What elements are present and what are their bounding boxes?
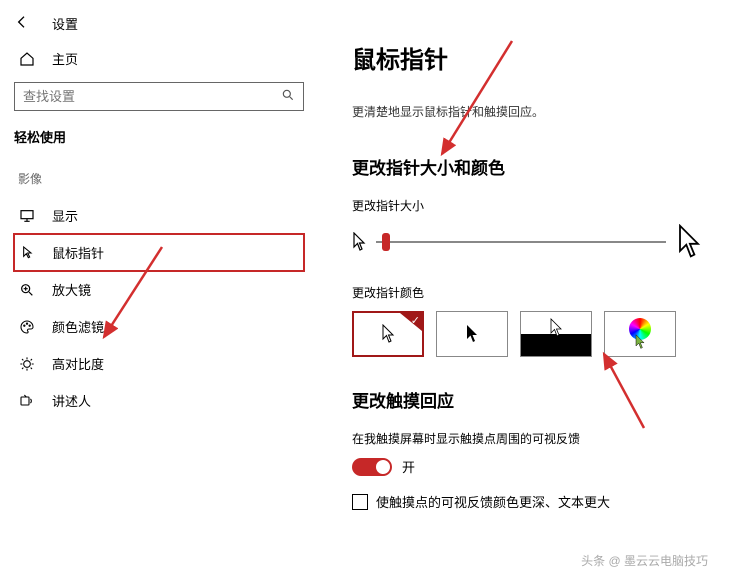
nav-label: 颜色滤镜 [52,317,104,336]
nav-color-filters[interactable]: 颜色滤镜 [14,308,304,345]
group-vision: 影像 [18,170,304,187]
nav-narrator[interactable]: 讲述人 [14,382,304,419]
nav-label: 高对比度 [52,354,104,373]
cursor-small-icon [352,232,366,252]
palette-icon [18,319,36,335]
search-input[interactable] [14,82,304,111]
touch-darker-checkbox[interactable] [352,494,368,510]
check-icon: ✓ [411,314,420,327]
cursor-large-icon [676,224,702,260]
slider-thumb[interactable] [382,233,390,251]
toggle-label: 开 [402,457,415,476]
checkbox-label: 使触摸点的可视反馈颜色更深、文本更大 [376,492,610,511]
label-pointer-color: 更改指针颜色 [352,284,706,301]
section-touch: 更改触摸回应 [352,387,706,412]
search-icon [281,88,295,105]
nav-magnifier[interactable]: 放大镜 [14,271,304,308]
home-icon [18,51,36,67]
pointer-color-white[interactable]: ✓ [352,311,424,357]
nav-mouse-pointer[interactable]: 鼠标指针 [14,234,304,271]
pointer-color-custom[interactable] [604,311,676,357]
section-size-color: 更改指针大小和颜色 [352,154,706,179]
nav-label: 显示 [52,206,78,225]
pointer-color-black[interactable] [436,311,508,357]
page-subtitle: 更清楚地显示鼠标指针和触摸回应。 [352,103,706,120]
contrast-icon [18,356,36,372]
pointer-icon [18,245,36,261]
nav-home-label: 主页 [52,49,78,68]
nav-label: 放大镜 [52,280,91,299]
narrator-icon [18,393,36,409]
label-pointer-size: 更改指针大小 [352,197,706,214]
search-field[interactable] [23,89,281,104]
nav-label: 讲述人 [52,391,91,410]
pointer-size-slider[interactable] [376,241,666,243]
magnifier-icon [18,282,36,298]
pointer-color-inverted[interactable] [520,311,592,357]
touch-feedback-toggle[interactable] [352,458,392,476]
page-title: 鼠标指针 [352,40,706,75]
monitor-icon [18,208,36,224]
watermark: 头条 @ 墨云云电脑技巧 [581,552,708,569]
section-title: 轻松使用 [14,127,304,146]
nav-label: 鼠标指针 [52,243,104,262]
touch-description: 在我触摸屏幕时显示触摸点周围的可视反馈 [352,430,706,447]
back-icon[interactable] [14,14,30,33]
nav-high-contrast[interactable]: 高对比度 [14,345,304,382]
nav-home[interactable]: 主页 [18,49,304,68]
app-title: 设置 [52,14,78,33]
nav-display[interactable]: 显示 [14,197,304,234]
